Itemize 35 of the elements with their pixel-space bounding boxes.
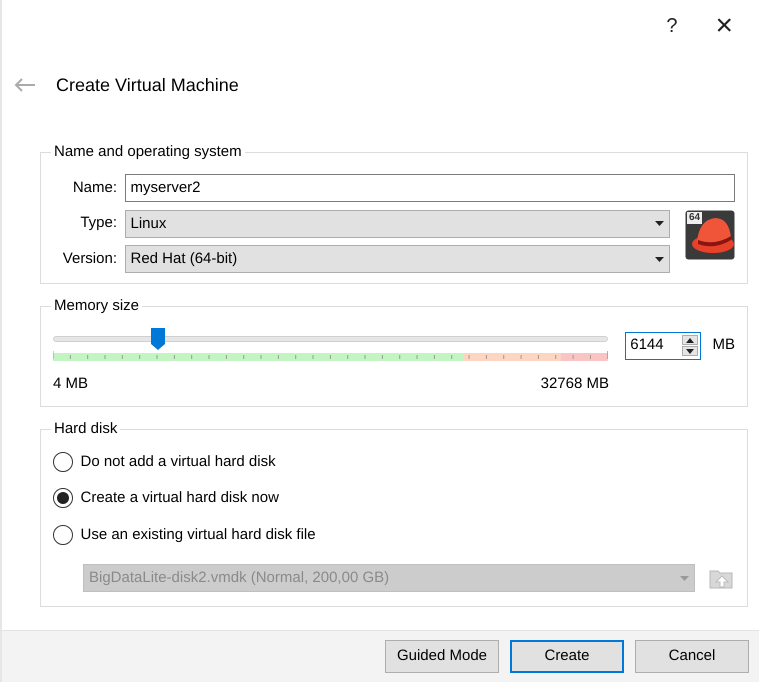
up-arrow-icon (686, 338, 694, 342)
caret-icon (680, 576, 689, 580)
slider-thumb[interactable] (151, 328, 166, 350)
memory-spinbox[interactable]: 6144 (625, 332, 702, 360)
group-title: Name and operating system (51, 142, 245, 162)
hat-icon (685, 210, 735, 260)
caret-icon (654, 221, 664, 226)
close-button[interactable]: × (715, 11, 733, 41)
help-button[interactable]: ? (666, 16, 678, 36)
spin-up-button[interactable] (682, 335, 698, 345)
caret-icon (654, 256, 664, 262)
memory-slider[interactable] (53, 328, 608, 350)
radio-label[interactable]: Do not add a virtual hard disk (80, 450, 276, 473)
unit-label: MB (712, 335, 735, 356)
dialog-button[interactable]: Guided Mode (385, 640, 499, 673)
radio-button[interactable] (53, 524, 73, 545)
down-arrow-icon (686, 348, 694, 354)
radio-label[interactable]: Create a virtual hard disk now (80, 487, 279, 510)
dialog-title: Create Virtual Machine (56, 74, 239, 96)
field-label: Name: (72, 178, 117, 198)
version-dropdown[interactable]: Red Hat (64-bit) (124, 245, 670, 273)
spin-down-button[interactable] (682, 346, 698, 356)
radio-label[interactable]: Use an existing virtual hard disk file (80, 524, 316, 546)
dialog-button[interactable]: Cancel (635, 640, 749, 673)
field-label: Type: (79, 213, 117, 234)
name-field[interactable]: myserver2 (124, 174, 735, 202)
bitness-badge: 64 (687, 212, 702, 224)
field-label: Version: (62, 248, 117, 269)
min-label: 4 MB (53, 374, 88, 394)
max-label: 32768 MB (540, 374, 609, 394)
type-dropdown[interactable]: Linux (124, 210, 670, 238)
radio-button[interactable] (53, 488, 73, 508)
dialog-button[interactable]: Create (510, 640, 624, 673)
group-title: Memory size (51, 296, 142, 316)
radio-button[interactable] (53, 452, 73, 472)
